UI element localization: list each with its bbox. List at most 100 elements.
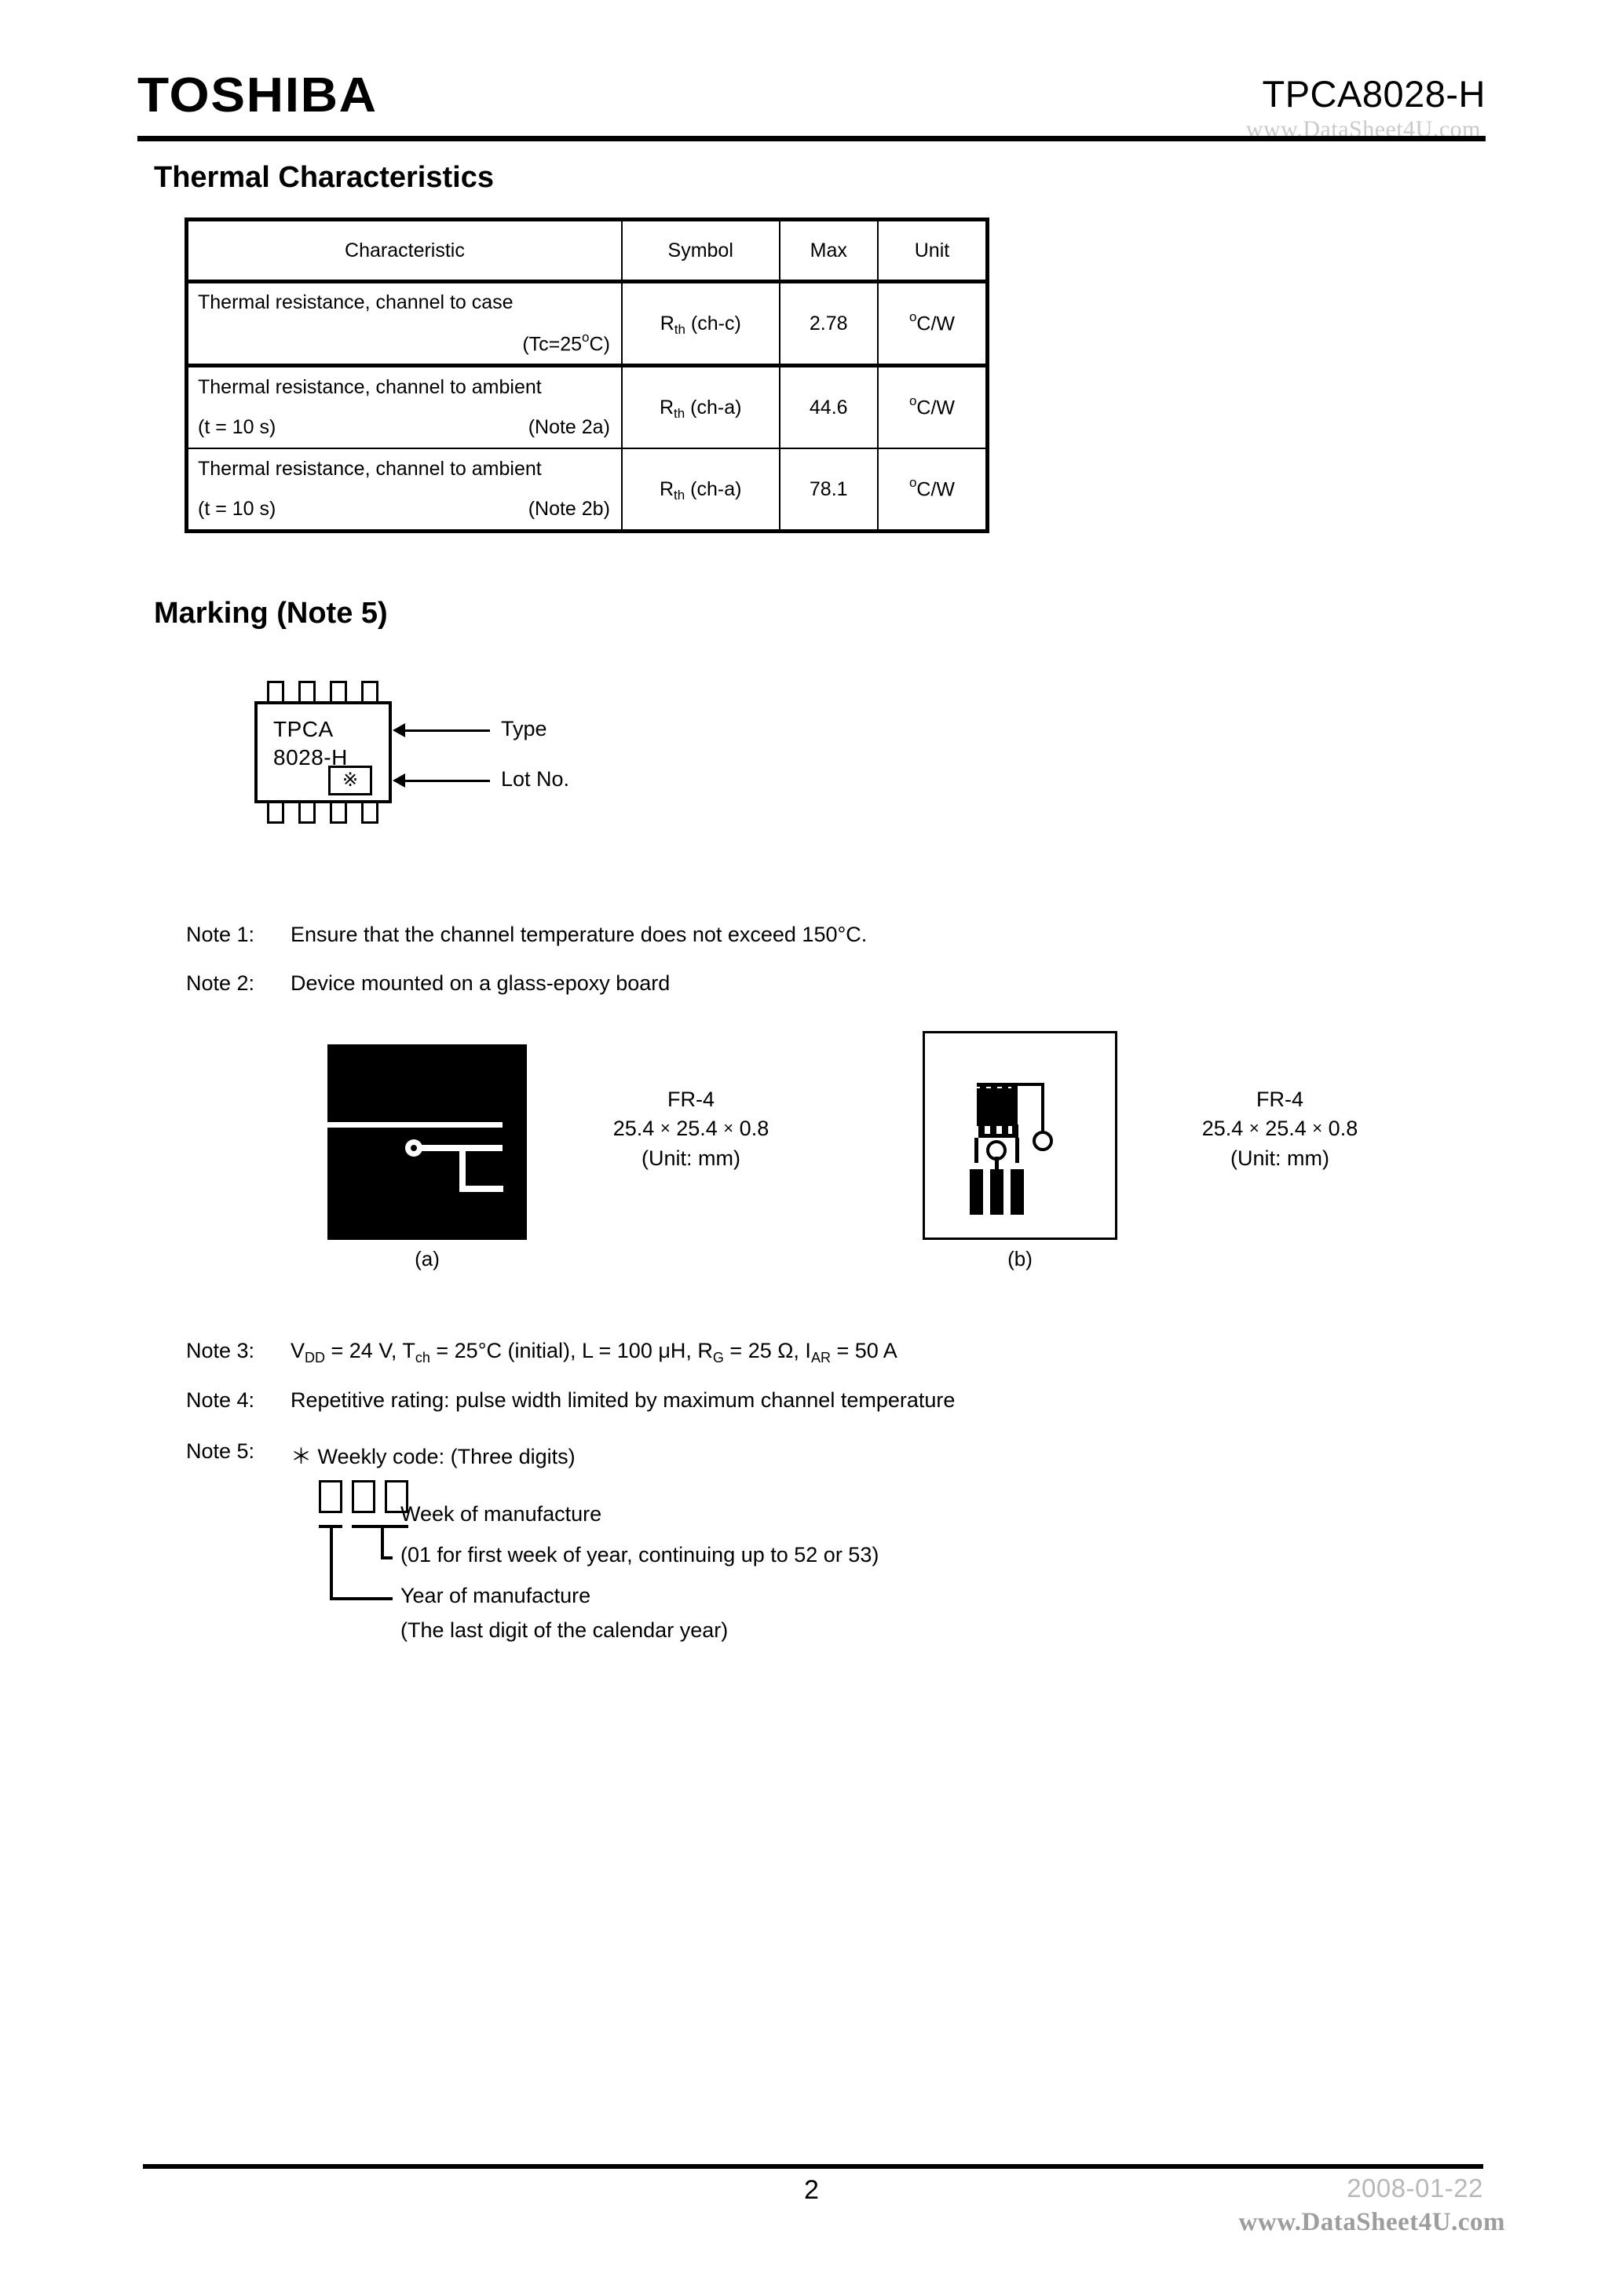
weekly-code-digit-box-2 xyxy=(352,1480,375,1513)
cell-symbol: Rth (ch-c) xyxy=(620,280,780,367)
cell-symbol: Rth (ch-a) xyxy=(620,448,780,533)
cell-characteristic: Thermal resistance, channel to ambient (… xyxy=(184,364,623,449)
lot-callout-label: Lot No. xyxy=(501,767,570,791)
cell-unit: oC/W xyxy=(876,364,989,449)
cell-max-value: 44.6 xyxy=(778,364,879,449)
week-leader-vertical xyxy=(381,1525,384,1559)
multiply-icon: × xyxy=(1248,1118,1259,1139)
type-callout-arrow-icon xyxy=(393,723,405,737)
multiply-icon: × xyxy=(1312,1118,1323,1139)
condition-time: (t = 10 s) xyxy=(198,498,276,520)
cell-max-value: 78.1 xyxy=(778,448,879,533)
note-1-text: Ensure that the channel temperature does… xyxy=(291,923,868,946)
package-pin-bottom-4 xyxy=(361,803,378,824)
year-of-manufacture-label: Year of manufacture xyxy=(400,1584,591,1607)
degree-symbol: o xyxy=(582,329,590,345)
part-number-title: TPCA8028-H xyxy=(1262,73,1486,115)
degree-symbol: o xyxy=(908,475,917,491)
degree-symbol: o xyxy=(908,309,917,325)
lot-callout-line xyxy=(405,780,490,782)
board-b-dimensions: 25.4 × 25.4 × 0.8 xyxy=(1201,1117,1358,1141)
note-3-label: Note 3: xyxy=(186,1339,255,1362)
page-header: TOSHIBA TPCA8028-H www.DataSheet4U.com xyxy=(137,55,1486,142)
degree-symbol: o xyxy=(908,393,917,409)
board-a-unit-note: (Unit: mm) xyxy=(642,1146,740,1170)
week-leader-horizontal xyxy=(381,1556,393,1559)
cell-symbol: Rth (ch-a) xyxy=(620,364,780,449)
characteristic-description: Thermal resistance, channel to ambient xyxy=(198,376,542,398)
package-pin-top-1 xyxy=(267,681,284,701)
board-a-material: FR-4 xyxy=(667,1088,715,1111)
package-pin-bottom-3 xyxy=(330,803,347,824)
toshiba-logo: TOSHIBA xyxy=(137,68,378,122)
board-a-dimensions: 25.4 × 25.4 × 0.8 xyxy=(612,1117,769,1141)
package-pin-top-2 xyxy=(298,681,316,701)
thermal-characteristics-table: Characteristic Symbol Max Unit Thermal r… xyxy=(184,218,989,533)
characteristic-description: Thermal resistance, channel to case xyxy=(198,291,514,313)
board-a-caption: (a) xyxy=(415,1247,440,1270)
condition-note-ref: (Note 2b) xyxy=(528,498,610,520)
week-of-manufacture-label: Week of manufacture xyxy=(400,1502,602,1526)
table-row: Thermal resistance, channel to ambient (… xyxy=(184,448,989,533)
table-header-row: Characteristic Symbol Max Unit xyxy=(184,218,989,283)
thermal-characteristics-heading: Thermal Characteristics xyxy=(154,161,494,194)
week-of-manufacture-detail: (01 for first week of year, continuing u… xyxy=(400,1543,879,1567)
multiply-icon: × xyxy=(723,1118,734,1139)
type-callout-label: Type xyxy=(501,717,547,740)
package-marking-line-1: TPCA xyxy=(273,717,334,741)
characteristic-condition: (t = 10 s) (Note 2b) xyxy=(198,498,610,521)
year-leader-horizontal xyxy=(330,1597,393,1600)
lot-number-box: ※ xyxy=(328,766,372,795)
lot-callout-arrow-icon xyxy=(393,773,405,788)
header-divider xyxy=(137,136,1486,141)
footer-divider xyxy=(143,2164,1483,2169)
note-4-text: Repetitive rating: pulse width limited b… xyxy=(291,1388,956,1412)
type-callout-line xyxy=(405,729,490,732)
note-2-text: Device mounted on a glass-epoxy board xyxy=(291,971,671,995)
footer-watermark: www.DataSheet4U.com xyxy=(1238,2208,1505,2236)
package-pin-bottom-2 xyxy=(298,803,316,824)
cell-unit: oC/W xyxy=(876,448,989,533)
characteristic-condition: (Tc=25oC) xyxy=(522,329,610,356)
board-b-specs: FR-4 25.4 × 25.4 × 0.8 (Unit: mm) xyxy=(1154,1085,1406,1173)
year-leader-vertical xyxy=(330,1525,333,1600)
multiply-icon: × xyxy=(660,1118,671,1139)
board-b-material: FR-4 xyxy=(1256,1088,1303,1111)
package-pin-top-3 xyxy=(330,681,347,701)
weekly-code-digit-box-1 xyxy=(319,1480,342,1513)
cell-characteristic: Thermal resistance, channel to case (Tc=… xyxy=(184,280,623,367)
condition-time: (t = 10 s) xyxy=(198,416,276,438)
table-row: Thermal resistance, channel to case (Tc=… xyxy=(184,280,989,367)
note-5-text: ＊ Weekly code: (Three digits) xyxy=(291,1445,576,1468)
condition-note-ref: (Note 2a) xyxy=(528,416,610,438)
package-marking-diagram: TPCA 8028-H ※ Type Lot No. xyxy=(236,664,675,876)
board-a-traces xyxy=(327,1122,503,1192)
year-of-manufacture-detail: (The last digit of the calendar year) xyxy=(400,1618,729,1642)
note-5-label: Note 5: xyxy=(186,1439,255,1463)
note-2-label: Note 2: xyxy=(186,971,255,995)
package-pin-top-4 xyxy=(361,681,378,701)
board-diagram-a xyxy=(327,1044,527,1240)
board-b-unit-note: (Unit: mm) xyxy=(1230,1146,1329,1170)
board-b-traces xyxy=(970,1083,1053,1215)
table-row: Thermal resistance, channel to ambient (… xyxy=(184,364,989,449)
cell-max-value: 2.78 xyxy=(778,280,879,367)
weekly-code-diagram: Week of manufacture (01 for first week o… xyxy=(314,1480,1099,1661)
note-4-label: Note 4: xyxy=(186,1388,255,1412)
document-date: 2008-01-22 xyxy=(1347,2174,1483,2203)
characteristic-condition: (t = 10 s) (Note 2a) xyxy=(198,416,610,439)
package-pin-bottom-1 xyxy=(267,803,284,824)
board-a-specs: FR-4 25.4 × 25.4 × 0.8 (Unit: mm) xyxy=(565,1085,817,1173)
column-header-characteristic: Characteristic xyxy=(184,218,623,283)
note-3-text: VDD = 24 V, Tch = 25°C (initial), L = 10… xyxy=(291,1339,897,1366)
note-1-label: Note 1: xyxy=(186,923,255,946)
board-b-caption: (b) xyxy=(1007,1247,1033,1270)
board-diagram-b xyxy=(923,1031,1117,1240)
marking-heading: Marking (Note 5) xyxy=(154,597,388,630)
column-header-max: Max xyxy=(778,218,879,283)
cell-unit: oC/W xyxy=(876,280,989,367)
column-header-unit: Unit xyxy=(876,218,989,283)
column-header-symbol: Symbol xyxy=(620,218,780,283)
characteristic-description: Thermal resistance, channel to ambient xyxy=(198,458,542,480)
cell-characteristic: Thermal resistance, channel to ambient (… xyxy=(184,448,623,533)
